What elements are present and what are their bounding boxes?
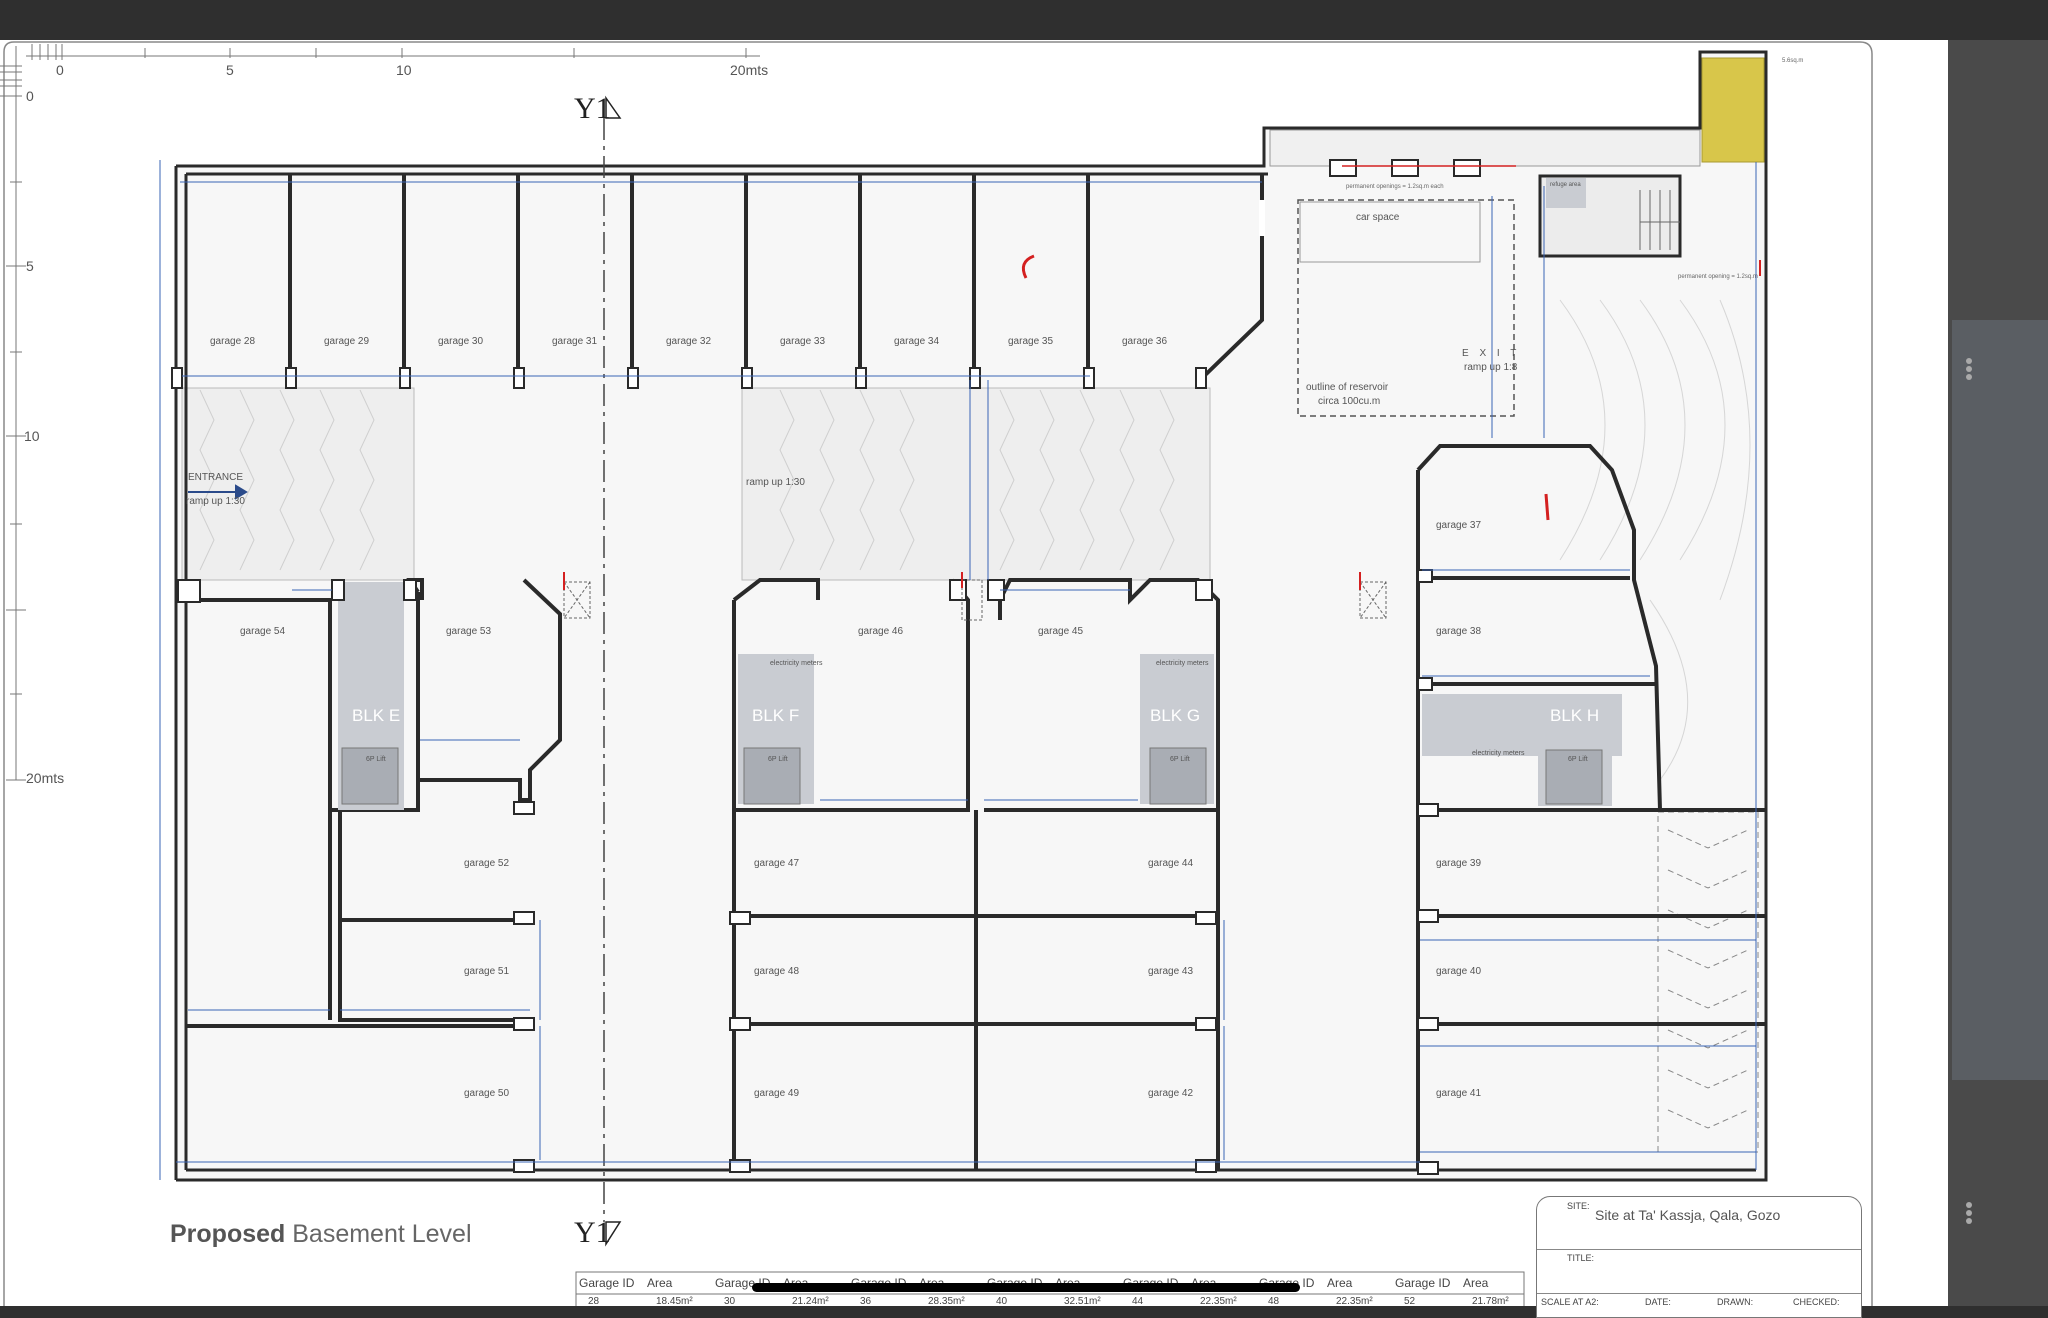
vscale-label-5: 5 — [26, 258, 34, 274]
area-table-cell: 22.35m² — [1336, 1296, 1373, 1307]
car-space-label: car space — [1356, 212, 1400, 223]
hscale-label-20: 20mts — [730, 62, 769, 78]
area-table-cell: 32.51m² — [1064, 1296, 1101, 1307]
garage-label-g35: garage 35 — [1008, 336, 1054, 347]
perm-openings-top-note: permanent openings = 1.2sq.m each — [1346, 184, 1444, 190]
area-table-cell: 44 — [1132, 1296, 1144, 1307]
garage-label-g50: garage 50 — [464, 1088, 510, 1099]
reservoir-label-2: circa 100cu.m — [1318, 396, 1381, 407]
area-table-cell: 36 — [860, 1296, 872, 1307]
side-panel-strip — [1952, 320, 2048, 1080]
garage-label-g42: garage 42 — [1148, 1088, 1194, 1099]
garage-label-g52: garage 52 — [464, 858, 510, 869]
garage-label-g46: garage 46 — [858, 626, 904, 637]
area-table-header: Garage ID — [1395, 1276, 1451, 1290]
garage-label-g30: garage 30 — [438, 336, 484, 347]
floor-plan-drawing[interactable] — [0, 0, 2048, 1306]
area-table-cell: 28 — [588, 1296, 600, 1307]
soakaway-yellow — [1701, 57, 1765, 163]
area-table-header: Area — [647, 1276, 673, 1290]
block-g-lift-label: 6P Lift — [1170, 756, 1190, 763]
area-table-cell: 22.35m² — [1200, 1296, 1237, 1307]
sqm-note: 5.6sq.m — [1782, 58, 1804, 64]
garage-label-g40: garage 40 — [1436, 966, 1482, 977]
entrance-ramp-label: ramp up 1:30 — [186, 496, 245, 507]
block-f-label: BLK F — [752, 706, 800, 725]
garage-label-g41: garage 41 — [1436, 1088, 1482, 1099]
area-table-header: Garage ID — [579, 1276, 635, 1290]
garage-label-g48: garage 48 — [754, 966, 800, 977]
perm-opening-marks — [1329, 159, 1481, 177]
block-f-lift-label: 6P Lift — [768, 756, 788, 763]
block-f-meters: electricity meters — [770, 660, 823, 667]
garage-label-g43: garage 43 — [1148, 966, 1194, 977]
refuge-area-label: refuge area — [1550, 182, 1581, 188]
area-table-cell: 28.35m² — [928, 1296, 965, 1307]
hscale-label-0: 0 — [56, 62, 64, 78]
garage-label-g33: garage 33 — [780, 336, 826, 347]
block-h-meters: electricity meters — [1472, 750, 1525, 757]
area-table-cell: 21.24m² — [792, 1296, 829, 1307]
garage-label-g49: garage 49 — [754, 1088, 800, 1099]
garage-label-g51: garage 51 — [464, 966, 510, 977]
vscale-label-20: 20mts — [26, 770, 65, 786]
reservoir-label-1: outline of reservoir — [1306, 382, 1389, 393]
hscale-label-10: 10 — [396, 62, 412, 78]
title-block: SITE: Site at Ta' Kassja, Qala, Gozo TIT… — [1536, 1196, 1862, 1318]
drawing-title-rest: Basement Level — [285, 1220, 472, 1248]
block-g-meters: electricity meters — [1156, 660, 1209, 667]
garage-label-g39: garage 39 — [1436, 858, 1482, 869]
area-table-cell: 30 — [724, 1296, 736, 1307]
garage-label-g53: garage 53 — [446, 626, 492, 637]
area-table-cell: 40 — [996, 1296, 1008, 1307]
garage-label-g31: garage 31 — [552, 336, 598, 347]
hscale-label-5: 5 — [226, 62, 234, 78]
exit-ramp-label: ramp up 1:8 — [1464, 362, 1518, 373]
central-ramp-label: ramp up 1:30 — [746, 477, 805, 488]
block-e-lift-label: 6P Lift — [366, 756, 386, 763]
block-g-label: BLK G — [1150, 706, 1201, 725]
drawing-title: Proposed Basement Level — [170, 1220, 472, 1249]
garage-label-g44: garage 44 — [1148, 858, 1194, 869]
floor-area — [176, 52, 1766, 1180]
tb-site-value: Site at Ta' Kassja, Qala, Gozo — [1595, 1207, 1781, 1223]
entrance-ramp — [181, 387, 415, 581]
block-h-lift-label: 6P Lift — [1568, 756, 1588, 763]
area-table-cell: 18.45m² — [656, 1296, 693, 1307]
vscale-label-0: 0 — [26, 88, 34, 104]
tb-divider-1 — [1537, 1249, 1861, 1250]
scroll-handle-1[interactable] — [1964, 356, 1974, 392]
garage-label-g37: garage 37 — [1436, 520, 1482, 531]
area-table-cell: 21.78m² — [1472, 1296, 1509, 1307]
garage-label-g28: garage 28 — [210, 336, 256, 347]
section-marker-top: Y1 — [574, 92, 611, 125]
area-table-header: Area — [1463, 1276, 1489, 1290]
central-ramp — [741, 387, 1211, 581]
tb-divider-2 — [1537, 1293, 1861, 1294]
garage-label-g45: garage 45 — [1038, 626, 1084, 637]
area-table-cell: 52 — [1404, 1296, 1416, 1307]
entrance-label: ENTRANCE — [188, 472, 244, 483]
area-table-cell: 48 — [1268, 1296, 1280, 1307]
garage-label-g29: garage 29 — [324, 336, 370, 347]
garage-label-g47: garage 47 — [754, 858, 800, 869]
tb-title-label: TITLE: — [1567, 1253, 1595, 1263]
screenshot-stage: 0 5 10 20mts 0 5 10 20mts Y1 Y1 Proposed… — [0, 0, 2048, 1318]
scroll-handle-2[interactable] — [1964, 1200, 1974, 1236]
garage-label-g38: garage 38 — [1436, 626, 1482, 637]
block-e-label: BLK E — [352, 706, 401, 725]
section-marker-bottom: Y1 — [574, 1216, 611, 1249]
perm-opening-right-note: permanent opening = 1.2sq.m — [1678, 274, 1758, 280]
exit-label: E X I T — [1462, 348, 1521, 359]
block-h-label: BLK H — [1550, 706, 1600, 725]
home-indicator[interactable] — [752, 1283, 1300, 1292]
garage-label-g36: garage 36 — [1122, 336, 1168, 347]
area-table-header: Area — [1327, 1276, 1353, 1290]
tb-site-label: SITE: — [1567, 1201, 1590, 1211]
garage-label-g54: garage 54 — [240, 626, 286, 637]
drawing-title-bold: Proposed — [170, 1220, 286, 1248]
vscale-label-10: 10 — [24, 428, 40, 444]
garage-label-g32: garage 32 — [666, 336, 712, 347]
garage-label-g34: garage 34 — [894, 336, 940, 347]
